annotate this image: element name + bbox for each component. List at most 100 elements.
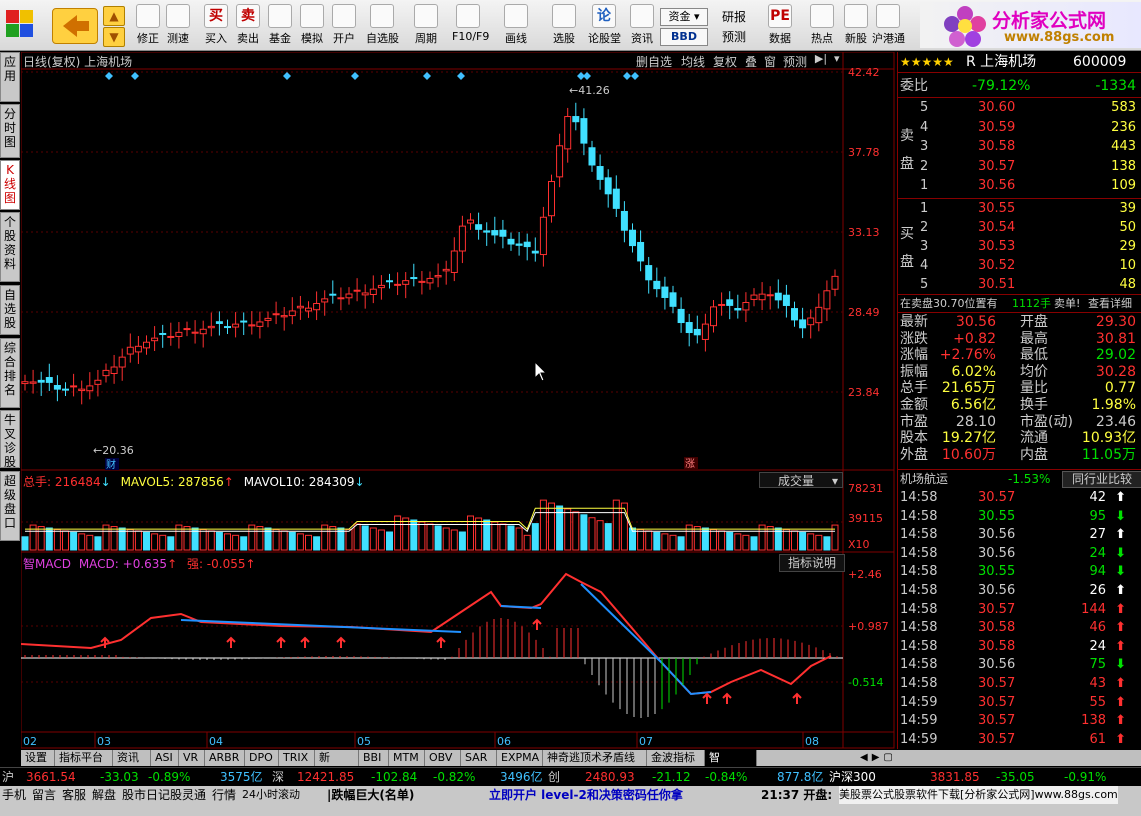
chart-btn-2[interactable]: 复权 bbox=[713, 53, 737, 70]
indicator-tab-9[interactable]: BBI bbox=[359, 750, 389, 766]
forecast-button[interactable]: 预测 bbox=[712, 28, 756, 44]
indicator-tab-4[interactable]: VR bbox=[179, 750, 205, 766]
level-number: 5 bbox=[920, 277, 929, 292]
volume-indicator-dropdown[interactable]: 成交量 ▾ bbox=[759, 472, 843, 488]
chart-btn-0[interactable]: 删自选 bbox=[636, 53, 672, 70]
ask-row[interactable]: 4 30.59 236 bbox=[898, 119, 1141, 137]
pin-icon[interactable]: ▶| bbox=[811, 52, 831, 69]
indicator-tab-3[interactable]: ASI bbox=[151, 750, 179, 766]
indicator-tab-0[interactable]: 设置 bbox=[21, 750, 55, 766]
indicator-tab-1[interactable]: 指标平台 bbox=[55, 750, 113, 766]
toolbar-lock-button[interactable]: 开户 bbox=[328, 2, 360, 48]
site-logo: 分析家公式网 www.88gs.com bbox=[920, 2, 1141, 48]
tick-row: 14:58 30.55 95 ⬇ bbox=[898, 508, 1141, 526]
arrow-right-icon[interactable]: ▶ bbox=[872, 752, 880, 763]
bid-row[interactable]: 2 30.54 50 bbox=[898, 219, 1141, 237]
status-item-7[interactable]: 24小时滚动 bbox=[242, 786, 300, 804]
indicator-tab-2[interactable]: 资讯 bbox=[113, 750, 151, 766]
indicator-tab-16[interactable]: 智MACD bbox=[705, 750, 757, 780]
indicator-tab-12[interactable]: SAR bbox=[461, 750, 497, 766]
fund-dropdown[interactable]: 资金 ▾ bbox=[660, 8, 708, 26]
toolbar-hk-button[interactable]: 沪港通 bbox=[872, 2, 905, 48]
toolbar-pe-button[interactable]: PE 数据 bbox=[764, 2, 796, 48]
bbd-button[interactable]: BBD bbox=[660, 28, 708, 46]
ask-row[interactable]: 3 30.58 443 bbox=[898, 138, 1141, 156]
ask-row[interactable]: 2 30.57 138 bbox=[898, 158, 1141, 176]
status-item-2[interactable]: 客服 bbox=[62, 786, 86, 804]
chart-btn-3[interactable]: 叠 bbox=[745, 53, 757, 70]
toolbar-select-button[interactable]: 选股 bbox=[548, 2, 580, 48]
arrow-down-icon[interactable]: ▼ bbox=[103, 27, 125, 47]
kline-chart[interactable]: 42.42 37.78 33.13 28.49 23.84 ←41.26 ←20.36财 涨 7… bbox=[21, 52, 895, 749]
toolbar-hammer-button[interactable]: 模拟 bbox=[296, 2, 328, 48]
toolbar-star-button[interactable]: 自选股 bbox=[366, 2, 399, 48]
indicator-tab-11[interactable]: OBV bbox=[425, 750, 461, 766]
chevron-down-icon[interactable]: ▾ bbox=[834, 52, 846, 69]
volume-bar bbox=[458, 531, 466, 551]
total-volume: 总手: 216484 bbox=[23, 475, 101, 489]
left-tab-4[interactable]: 自选股 bbox=[0, 285, 20, 335]
toolbar-sell-button[interactable]: 卖卖出 bbox=[232, 2, 264, 48]
candle-body bbox=[685, 322, 693, 334]
status-item-6[interactable]: 行情 bbox=[212, 786, 236, 804]
alert-link[interactable]: |跌幅巨大(名单) bbox=[327, 786, 414, 804]
indicator-tab-8[interactable]: 新DMA bbox=[315, 750, 359, 780]
indicator-tab-6[interactable]: DPO bbox=[245, 750, 279, 766]
indicator-tab-10[interactable]: MTM bbox=[389, 750, 425, 766]
indicator-tab-5[interactable]: ARBR bbox=[205, 750, 245, 766]
mavol10: MAVOL10: 284309 bbox=[243, 475, 355, 489]
ask-row[interactable]: 1 30.56 109 bbox=[898, 177, 1141, 195]
tick-row: 14:59 30.57 138 ⬆ bbox=[898, 712, 1141, 730]
toolbar-discuss-button[interactable]: 论论股堂 bbox=[588, 2, 621, 48]
toolbar-news-button[interactable]: 资讯 bbox=[626, 2, 658, 48]
bid-row[interactable]: 1 30.55 39 bbox=[898, 200, 1141, 218]
bid-row[interactable]: 4 30.52 10 bbox=[898, 257, 1141, 275]
left-tab-7[interactable]: 超级盘口 bbox=[0, 471, 20, 541]
toolbar-f10-button[interactable]: F10/F9 bbox=[452, 2, 489, 48]
status-item-3[interactable]: 解盘 bbox=[92, 786, 116, 804]
toolbar-new-stock-button[interactable]: 新股 bbox=[840, 2, 872, 48]
toolbar-buy-button[interactable]: 买买入 bbox=[200, 2, 232, 48]
research-report-button[interactable]: 研报 bbox=[712, 8, 756, 24]
bid-row[interactable]: 5 30.51 48 bbox=[898, 276, 1141, 294]
left-tab-3[interactable]: 个股资料 bbox=[0, 212, 20, 282]
status-item-4[interactable]: 股市日记 bbox=[122, 786, 170, 804]
left-tab-5[interactable]: 综合排名 bbox=[0, 338, 20, 408]
indicator-help-button[interactable]: 指标说明 bbox=[779, 554, 845, 572]
ad-link[interactable]: 立即开户 level-2和决策密码任你拿 bbox=[489, 786, 683, 804]
ask-row[interactable]: 5 30.60 583 bbox=[898, 99, 1141, 117]
tab-scroll-arrows[interactable]: ◀ ▶ ▢ bbox=[860, 750, 900, 766]
app-logo-icon[interactable] bbox=[6, 10, 34, 38]
tick-price: 30.56 bbox=[978, 657, 1016, 673]
back-arrow-icon[interactable] bbox=[52, 8, 98, 44]
indicator-tab-7[interactable]: TRIX bbox=[279, 750, 315, 766]
maximize-icon[interactable]: ▢ bbox=[883, 752, 892, 763]
toolbar-clock-button[interactable]: 周期 bbox=[410, 2, 442, 48]
left-tab-2[interactable]: K线图 bbox=[0, 160, 20, 210]
arrow-up-icon[interactable]: ▲ bbox=[103, 6, 125, 26]
order-notice[interactable]: 在卖盘30.70位置有 1112手 卖单! 查看详细 bbox=[898, 294, 1141, 313]
toolbar-gauge-button[interactable]: 测速 bbox=[162, 2, 194, 48]
indicator-tab-14[interactable]: 神奇逃顶术矛盾线 bbox=[543, 750, 647, 766]
indicator-tab-13[interactable]: EXPMA bbox=[497, 750, 543, 766]
status-item-1[interactable]: 留言 bbox=[32, 786, 56, 804]
left-tab-1[interactable]: 分时图 bbox=[0, 104, 20, 158]
chart-btn-4[interactable]: 窗 bbox=[764, 53, 776, 70]
bid-row[interactable]: 3 30.53 29 bbox=[898, 238, 1141, 256]
arrow-left-icon[interactable]: ◀ bbox=[860, 752, 868, 763]
tick-price: 30.56 bbox=[978, 527, 1016, 543]
toolbar-hot-button[interactable]: 热点 bbox=[806, 2, 838, 48]
status-item-5[interactable]: 股灵通 bbox=[170, 786, 206, 804]
chart-area[interactable]: 42.42 37.78 33.13 28.49 23.84 ←41.26 ←20.36 财 涨 7… bbox=[21, 52, 895, 749]
chart-btn-1[interactable]: 均线 bbox=[681, 53, 705, 70]
indicator-tab-15[interactable]: 金波指标 bbox=[647, 750, 705, 766]
left-tab-0[interactable]: 应用 bbox=[0, 52, 20, 102]
toolbar-fund-button[interactable]: 基金 bbox=[264, 2, 296, 48]
sector-compare-button[interactable]: 同行业比较 bbox=[1062, 471, 1141, 488]
left-tab-6[interactable]: 牛叉诊股 bbox=[0, 410, 20, 469]
toolbar-undo-arrow-button[interactable]: 修正 bbox=[132, 2, 164, 48]
chart-btn-5[interactable]: 预测 bbox=[783, 53, 807, 70]
toolbar-pencil-button[interactable]: 画线 bbox=[500, 2, 532, 48]
status-item-0[interactable]: 手机 bbox=[2, 786, 26, 804]
notice-detail-link[interactable]: 查看详细 bbox=[1088, 295, 1132, 312]
